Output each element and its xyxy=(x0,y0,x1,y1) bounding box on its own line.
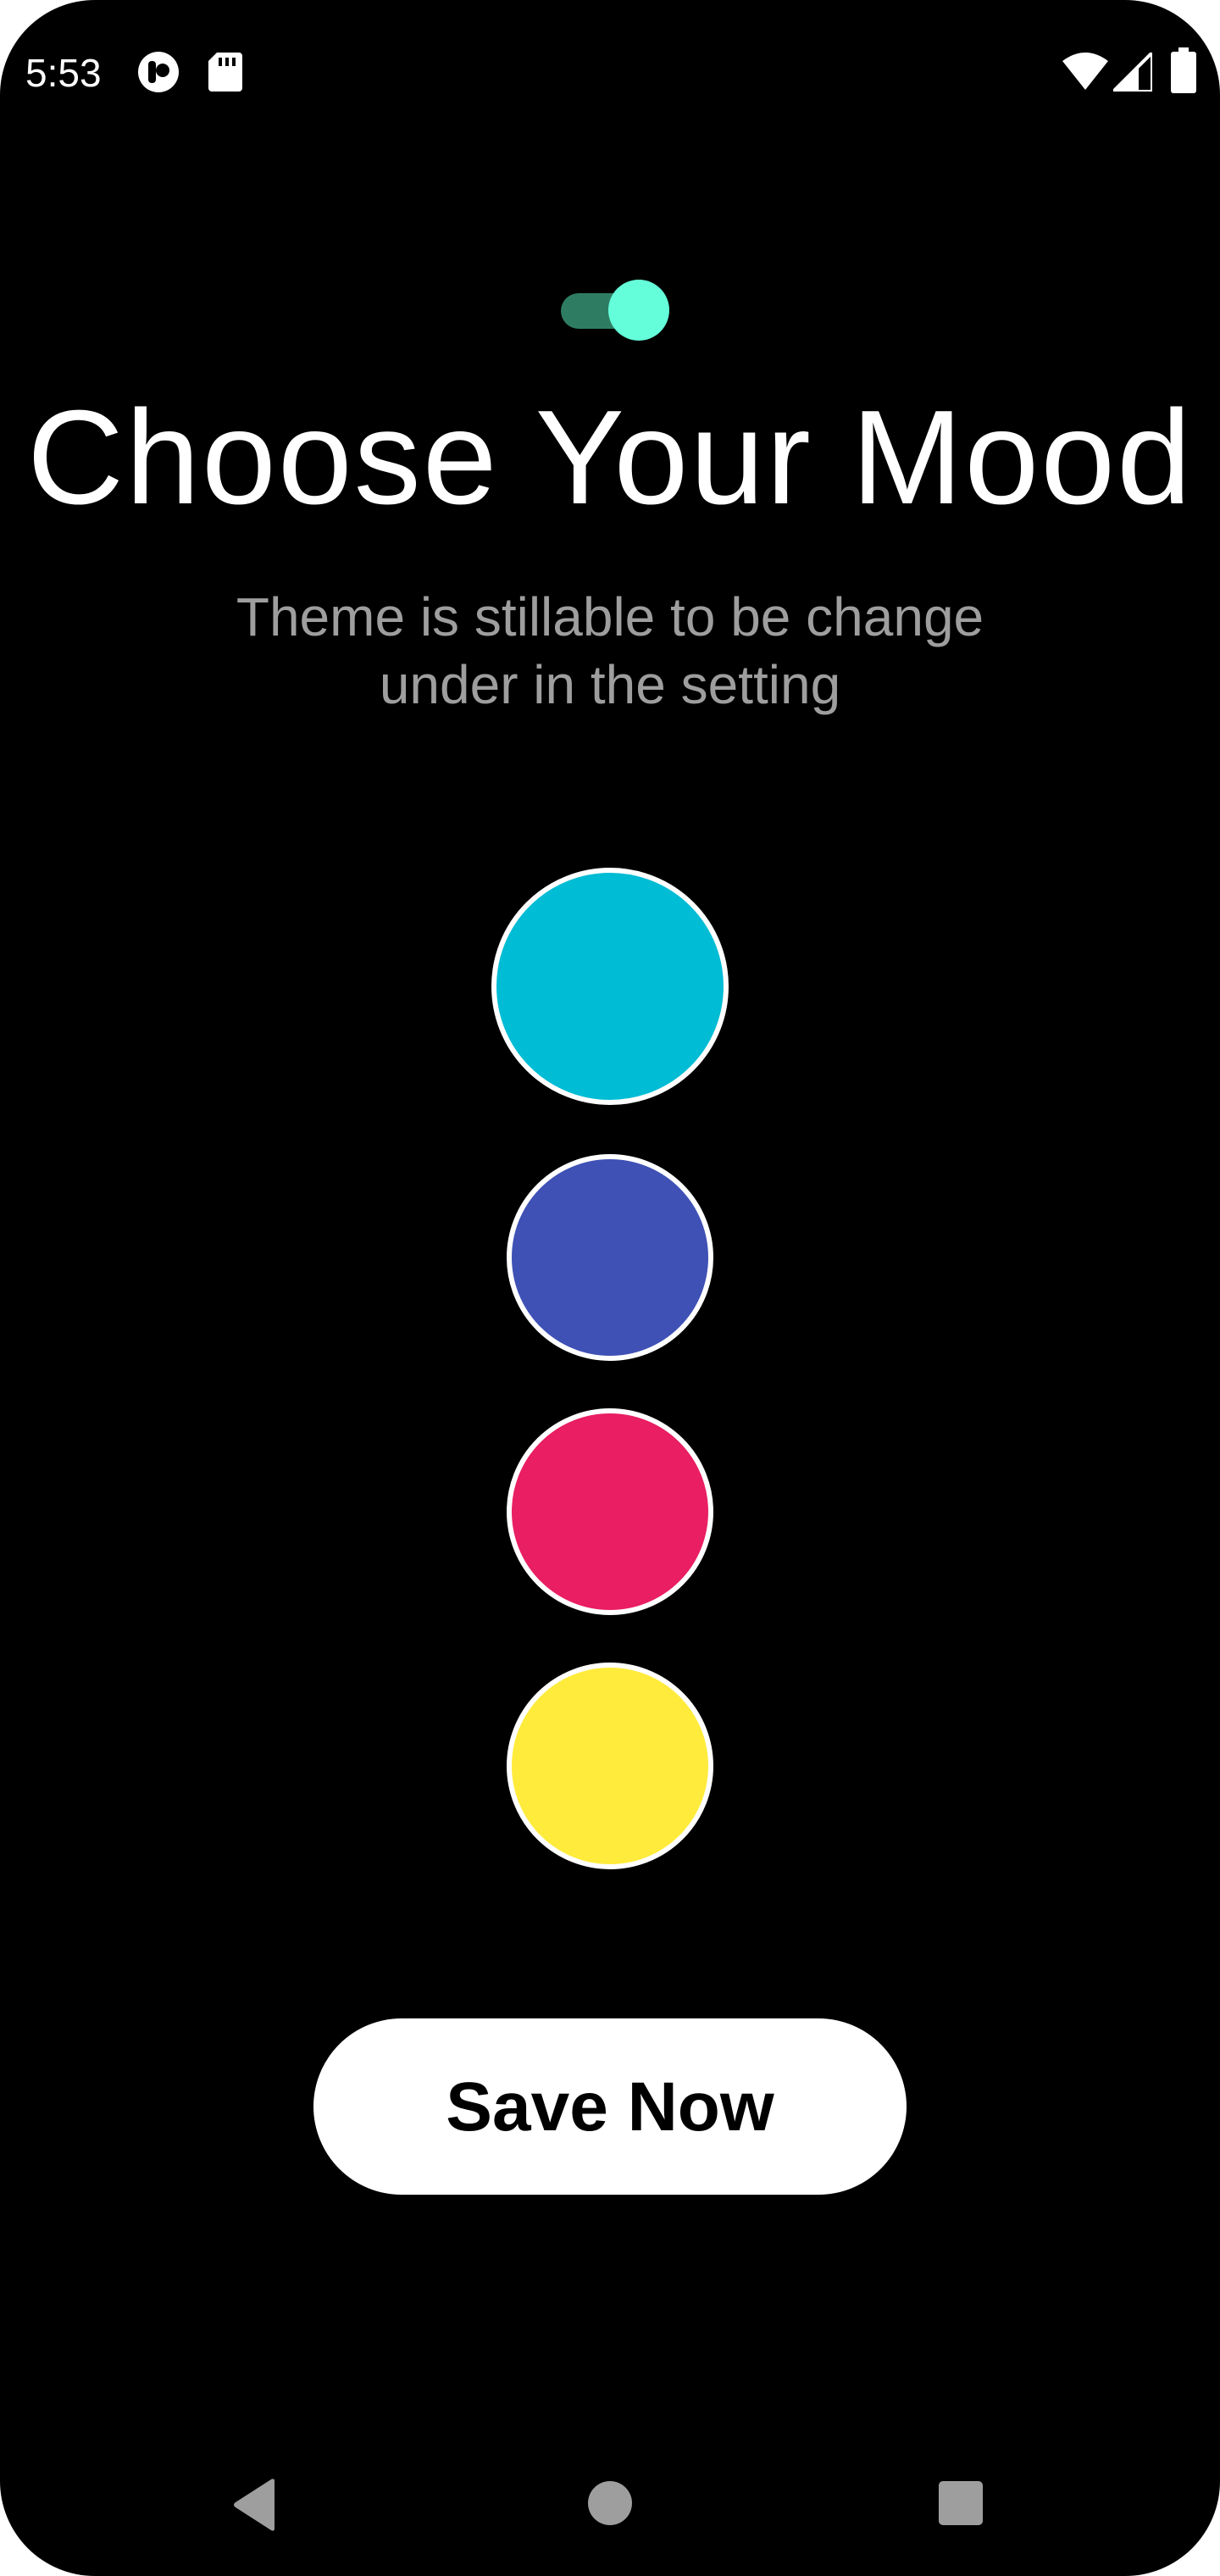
subtitle-line-1: Theme is stillable to be change xyxy=(236,586,984,647)
app-notification-icon xyxy=(138,52,179,92)
page-title: Choose Your Mood xyxy=(26,383,1193,532)
mood-option-pink[interactable] xyxy=(507,1408,713,1615)
back-icon[interactable] xyxy=(230,2478,278,2532)
page-subtitle: Theme is stillable to be change under in… xyxy=(144,583,1076,719)
theme-toggle[interactable] xyxy=(559,276,669,341)
sd-card-icon xyxy=(208,53,242,92)
phone-screen: 5:53 Choose Your Mood Theme is stillable… xyxy=(0,0,1220,2576)
status-bar: 5:53 xyxy=(0,0,1220,149)
mood-option-cyan[interactable] xyxy=(491,868,729,1105)
toggle-thumb xyxy=(608,280,669,341)
subtitle-line-2: under in the setting xyxy=(379,654,841,715)
recents-icon[interactable] xyxy=(939,2481,983,2525)
mood-option-yellow[interactable] xyxy=(507,1663,713,1869)
wifi-icon xyxy=(1062,53,1108,90)
save-now-button[interactable]: Save Now xyxy=(313,2018,907,2195)
battery-icon xyxy=(1171,47,1196,93)
status-time: 5:53 xyxy=(25,51,102,95)
home-icon[interactable] xyxy=(588,2481,632,2525)
mood-option-indigo[interactable] xyxy=(507,1154,713,1361)
navigation-bar xyxy=(0,2440,1220,2576)
cellular-signal-icon xyxy=(1113,53,1152,92)
